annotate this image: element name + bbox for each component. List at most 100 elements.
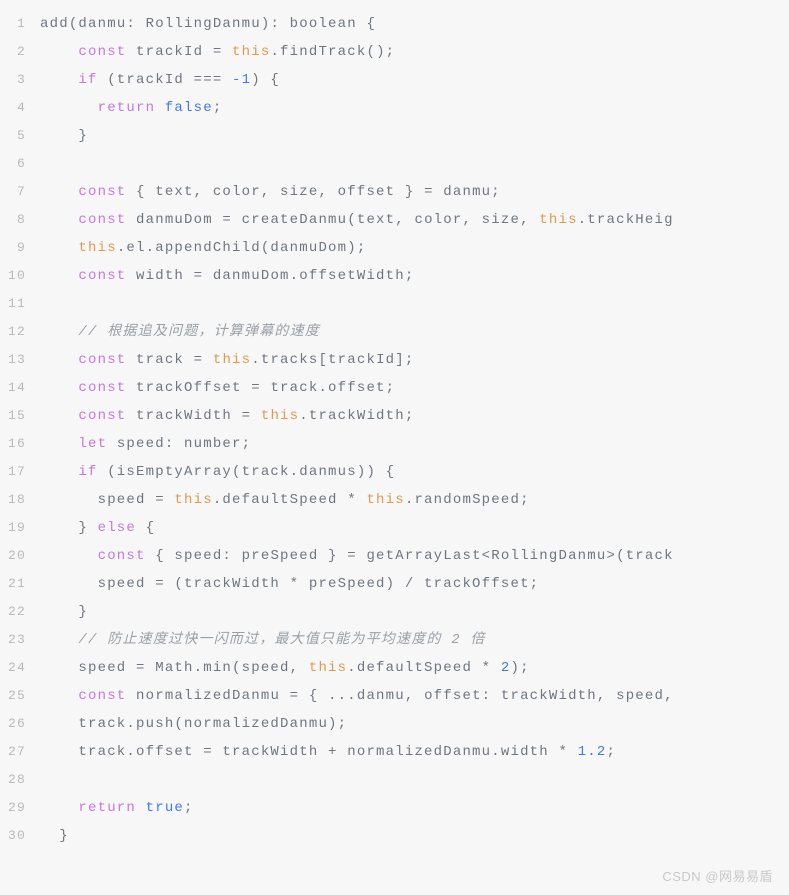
code-content: const { speed: preSpeed } = getArrayLast… — [40, 542, 674, 570]
line-number: 21 — [0, 570, 40, 598]
token: add — [40, 16, 69, 32]
token: else — [98, 520, 136, 536]
line-number: 9 — [0, 234, 40, 262]
token: ; — [184, 800, 194, 816]
code-line: 11 — [0, 290, 789, 318]
token — [40, 268, 78, 284]
line-number: 14 — [0, 374, 40, 402]
code-line: 26 track.push(normalizedDanmu); — [0, 710, 789, 738]
token: .trackHeig — [578, 212, 674, 228]
code-line: 28 — [0, 766, 789, 794]
code-line: 18 speed = this.defaultSpeed * this.rand… — [0, 486, 789, 514]
line-number: 3 — [0, 66, 40, 94]
line-number: 16 — [0, 430, 40, 458]
token: .el.appendChild(danmuDom); — [117, 240, 367, 256]
line-number: 18 — [0, 486, 40, 514]
code-line: 19 } else { — [0, 514, 789, 542]
token — [40, 240, 78, 256]
code-content: const normalizedDanmu = { ...danmu, offs… — [40, 682, 674, 710]
token: track.push(normalizedDanmu); — [40, 716, 347, 732]
token: false — [165, 100, 213, 116]
token: (isEmptyArray(track.danmus)) { — [98, 464, 396, 480]
line-number: 1 — [0, 10, 40, 38]
code-line: 24 speed = Math.min(speed, this.defaultS… — [0, 654, 789, 682]
token — [40, 380, 78, 396]
line-number: 29 — [0, 794, 40, 822]
token: } — [40, 520, 98, 536]
token: this — [213, 352, 251, 368]
watermark-text: CSDN @网易易盾 — [662, 866, 773, 885]
code-line: 23 // 防止速度过快一闪而过，最大值只能为平均速度的 2 倍 — [0, 626, 789, 654]
token: .findTrack(); — [270, 44, 395, 60]
token: this — [78, 240, 116, 256]
token: return — [78, 800, 136, 816]
line-number: 6 — [0, 150, 40, 178]
code-content: this.el.appendChild(danmuDom); — [40, 234, 366, 262]
token: } — [40, 604, 88, 620]
token: this — [366, 492, 404, 508]
code-line: 29 return true; — [0, 794, 789, 822]
line-number: 24 — [0, 654, 40, 682]
token — [40, 184, 78, 200]
line-number: 11 — [0, 290, 40, 318]
line-number: 28 — [0, 766, 40, 794]
code-line: 21 speed = (trackWidth * preSpeed) / tra… — [0, 570, 789, 598]
token: speed: number; — [107, 436, 251, 452]
token: { speed: preSpeed } = getArrayLast<Rolli… — [146, 548, 674, 564]
token — [40, 800, 78, 816]
token: } — [40, 128, 88, 144]
line-number: 4 — [0, 94, 40, 122]
line-number: 8 — [0, 206, 40, 234]
code-line: 30 } — [0, 822, 789, 850]
line-number: 19 — [0, 514, 40, 542]
line-number: 7 — [0, 178, 40, 206]
line-number: 12 — [0, 318, 40, 346]
line-number: 30 — [0, 822, 40, 850]
code-line: 27 track.offset = trackWidth + normalize… — [0, 738, 789, 766]
line-number: 26 — [0, 710, 40, 738]
token: { text, color, size, offset } = danmu; — [126, 184, 500, 200]
token: this — [539, 212, 577, 228]
token: ); — [510, 660, 529, 676]
token: .defaultSpeed * — [347, 660, 501, 676]
code-content: } else { — [40, 514, 155, 542]
code-line: 4 return false; — [0, 94, 789, 122]
token: normalizedDanmu = { ...danmu, offset: tr… — [126, 688, 673, 704]
token — [40, 324, 78, 340]
token — [155, 100, 165, 116]
token — [40, 100, 98, 116]
code-content: if (trackId === -1) { — [40, 66, 280, 94]
token: .tracks[trackId]; — [251, 352, 414, 368]
token: .defaultSpeed * — [213, 492, 367, 508]
token: speed = (trackWidth * preSpeed) / trackO… — [40, 576, 539, 592]
line-number: 2 — [0, 38, 40, 66]
code-content: // 根据追及问题，计算弹幕的速度 — [40, 318, 320, 346]
code-line: 15 const trackWidth = this.trackWidth; — [0, 402, 789, 430]
token: // 根据追及问题，计算弹幕的速度 — [78, 324, 320, 340]
line-number: 17 — [0, 458, 40, 486]
code-line: 9 this.el.appendChild(danmuDom); — [0, 234, 789, 262]
code-content: track.offset = trackWidth + normalizedDa… — [40, 738, 616, 766]
token: let — [78, 436, 107, 452]
code-line: 17 if (isEmptyArray(track.danmus)) { — [0, 458, 789, 486]
token: ) { — [251, 72, 280, 88]
token: trackOffset = track.offset; — [126, 380, 395, 396]
token — [40, 72, 78, 88]
token: trackWidth = — [126, 408, 260, 424]
code-content: const track = this.tracks[trackId]; — [40, 346, 414, 374]
token: if — [78, 72, 97, 88]
token: this — [261, 408, 299, 424]
code-line: 14 const trackOffset = track.offset; — [0, 374, 789, 402]
code-line: 12 // 根据追及问题，计算弹幕的速度 — [0, 318, 789, 346]
token: } — [40, 828, 69, 844]
token: trackId = — [126, 44, 232, 60]
token: speed = — [40, 492, 174, 508]
token: .trackWidth; — [299, 408, 414, 424]
code-content: speed = this.defaultSpeed * this.randomS… — [40, 486, 530, 514]
code-line: 22 } — [0, 598, 789, 626]
token: 1.2 — [578, 744, 607, 760]
token — [40, 548, 98, 564]
token: const — [78, 268, 126, 284]
code-content: if (isEmptyArray(track.danmus)) { — [40, 458, 395, 486]
code-block: 1add(danmu: RollingDanmu): boolean {2 co… — [0, 0, 789, 860]
